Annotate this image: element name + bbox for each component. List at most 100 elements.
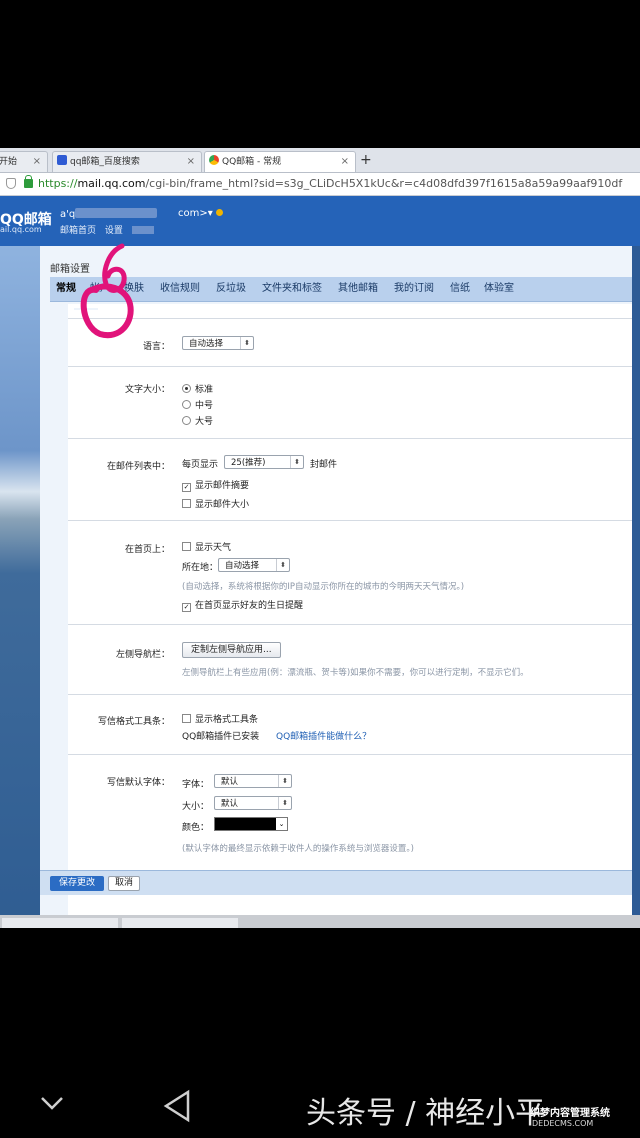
birthday-reminder-checkbox[interactable]: ✓ 在首页显示好友的生日提醒	[182, 598, 303, 612]
taskbar-strip	[0, 915, 640, 928]
redacted-block	[75, 208, 158, 218]
language-select[interactable]: 自动选择 ⬍	[182, 336, 254, 350]
skin-background	[0, 246, 40, 928]
chevron-updown-icon: ⬍	[278, 775, 291, 787]
header-links: 邮箱首页 设置	[60, 223, 160, 236]
skin-background-right	[632, 246, 640, 928]
cancel-button[interactable]: 取消	[108, 876, 141, 891]
tab-baidu-search[interactable]: qq邮箱_百度搜索 ×	[52, 151, 202, 172]
new-tab-button[interactable]: +	[360, 151, 372, 169]
taskbar-item[interactable]	[122, 918, 238, 928]
checkbox-icon	[182, 542, 191, 551]
font-select[interactable]: 默认 ⬍	[214, 774, 292, 788]
tab-account[interactable]: 帐户	[90, 277, 110, 301]
qqbrowser-icon	[209, 155, 219, 165]
tab-start[interactable]: 开始 ×	[0, 151, 48, 172]
tab-receive-rules[interactable]: 收信规则	[160, 277, 200, 301]
tab-bar: 开始 × qq邮箱_百度搜索 × QQ邮箱 - 常规 × +	[0, 148, 640, 173]
chevron-updown-icon: ⬍	[290, 456, 303, 468]
color-label: 颜色：	[182, 823, 210, 833]
checkbox-icon	[182, 499, 191, 508]
close-icon[interactable]: ×	[33, 152, 41, 172]
format-toolbar-label: 写信格式工具条：	[97, 717, 170, 727]
save-button[interactable]: 保存更改	[50, 876, 105, 891]
show-format-toolbar-checkbox[interactable]: 显示格式工具条	[182, 712, 258, 725]
account-name[interactable]: a'q	[60, 208, 158, 220]
tab-label: 开始	[0, 157, 18, 167]
back-triangle-icon	[163, 1089, 190, 1123]
settings-content: 语言： 自动选择 ⬍ 文字大小： 标准 中号 大号 在邮件列表中： 每页显示 25…	[68, 304, 632, 928]
settings-panel: 邮箱设置 常规 帐户 换肤 收信规则 反垃圾 文件夹和标签 其他邮箱 我的订阅 …	[40, 246, 632, 928]
font-size-standard[interactable]: 标准	[182, 382, 213, 395]
customize-left-nav-button[interactable]: 定制左侧导航应用...	[182, 642, 281, 658]
divider	[68, 366, 632, 367]
settings-tabs: 常规 帐户 换肤 收信规则 反垃圾 文件夹和标签 其他邮箱 我的订阅 信纸 体验…	[50, 277, 632, 302]
size-label: 大小：	[182, 802, 210, 812]
address-bar[interactable]: https://mail.qq.com/cgi-bin/frame_html?s…	[0, 173, 640, 196]
shield-icon	[6, 178, 16, 189]
radio-icon	[182, 384, 191, 393]
font-size-large[interactable]: 大号	[182, 414, 213, 427]
per-page-select[interactable]: 25(推荐) ⬍	[224, 455, 304, 469]
font-label: 字体：	[182, 780, 210, 790]
per-page-suffix: 封邮件	[310, 460, 338, 470]
home-page-label: 在首页上：	[124, 545, 170, 555]
font-size-medium[interactable]: 中号	[182, 398, 213, 411]
mail-home-link[interactable]: 邮箱首页	[60, 226, 96, 236]
font-size-label: 文字大小：	[124, 385, 170, 395]
subtab-indicator	[74, 308, 98, 310]
save-bar: 保存更改 取消	[40, 870, 632, 895]
chevron-down-icon: ⌄	[276, 818, 287, 830]
mail-list-label: 在邮件列表中：	[106, 462, 170, 472]
tab-stationery[interactable]: 信纸	[450, 277, 470, 301]
checkbox-checked-icon: ✓	[182, 483, 191, 492]
tab-label: QQ邮箱 - 常规	[222, 157, 282, 167]
show-size-checkbox[interactable]: 显示邮件大小	[182, 497, 249, 510]
settings-link[interactable]: 设置	[105, 226, 123, 236]
watermark-text: 头条号 / 神经小平	[306, 1096, 546, 1131]
tab-label: qq邮箱_百度搜索	[70, 157, 140, 167]
tab-other-mailboxes[interactable]: 其他邮箱	[338, 277, 378, 301]
plugin-installed-text: QQ邮箱插件已安装	[182, 732, 260, 742]
close-icon[interactable]: ×	[341, 152, 349, 172]
logo-domain: ail.qq.com	[0, 225, 42, 234]
show-weather-checkbox[interactable]: 显示天气	[182, 540, 231, 553]
tab-general[interactable]: 常规	[56, 277, 76, 301]
tab-subscriptions[interactable]: 我的订阅	[394, 277, 434, 301]
size-select[interactable]: 默认 ⬍	[214, 796, 292, 810]
tab-folders-labels[interactable]: 文件夹和标签	[262, 277, 322, 301]
divider	[68, 624, 632, 625]
tab-skin[interactable]: 换肤	[124, 277, 144, 301]
default-font-hint: (默认字体的最终显示依赖于收件人的操作系统与浏览器设置。)	[182, 844, 414, 854]
tab-qqmail[interactable]: QQ邮箱 - 常规 ×	[204, 151, 356, 172]
divider	[68, 438, 632, 439]
mail-header: QQ邮箱 ail.qq.com a'q com>▾ 邮箱首页 设置	[0, 196, 640, 246]
location-select[interactable]: 自动选择 ⬍	[218, 558, 290, 572]
back-chevron-icon	[41, 1097, 63, 1110]
close-icon[interactable]: ×	[187, 152, 195, 172]
color-select[interactable]: ⌄	[214, 817, 288, 831]
divider	[68, 318, 632, 319]
show-summary-checkbox[interactable]: ✓ 显示邮件摘要	[182, 478, 249, 492]
plugin-info-link[interactable]: QQ邮箱插件能做什么？	[276, 729, 371, 742]
divider	[68, 694, 632, 695]
taskbar-item[interactable]	[2, 918, 118, 928]
per-page-prefix: 每页显示	[182, 460, 219, 470]
url-text: https://mail.qq.com/cgi-bin/frame_html?s…	[38, 177, 623, 190]
baidu-paw-icon	[57, 155, 67, 165]
chevron-updown-icon: ⬍	[278, 797, 291, 809]
tab-anti-spam[interactable]: 反垃圾	[216, 277, 246, 301]
account-domain[interactable]: com>▾	[178, 208, 223, 219]
location-label: 所在地：	[182, 563, 219, 573]
watermark-site: 织梦内容管理系统	[530, 1108, 610, 1119]
default-font-label: 写信默认字体：	[106, 778, 170, 788]
checkbox-icon	[182, 714, 191, 723]
left-nav-hint: 左侧导航栏上有些应用(例：漂流瓶、贺卡等)如果你不需要，你可以进行定制，不显示它…	[182, 668, 529, 678]
tab-lab[interactable]: 体验室	[484, 277, 514, 301]
location-hint: (自动选择，系统将根据你的IP自动显示你所在的城市的今明两天天气情况。)	[182, 582, 465, 592]
radio-icon	[182, 400, 191, 409]
checkbox-checked-icon: ✓	[182, 603, 191, 612]
left-nav-label: 左侧导航栏：	[115, 650, 170, 660]
divider	[68, 520, 632, 521]
language-label: 语言：	[142, 342, 170, 352]
